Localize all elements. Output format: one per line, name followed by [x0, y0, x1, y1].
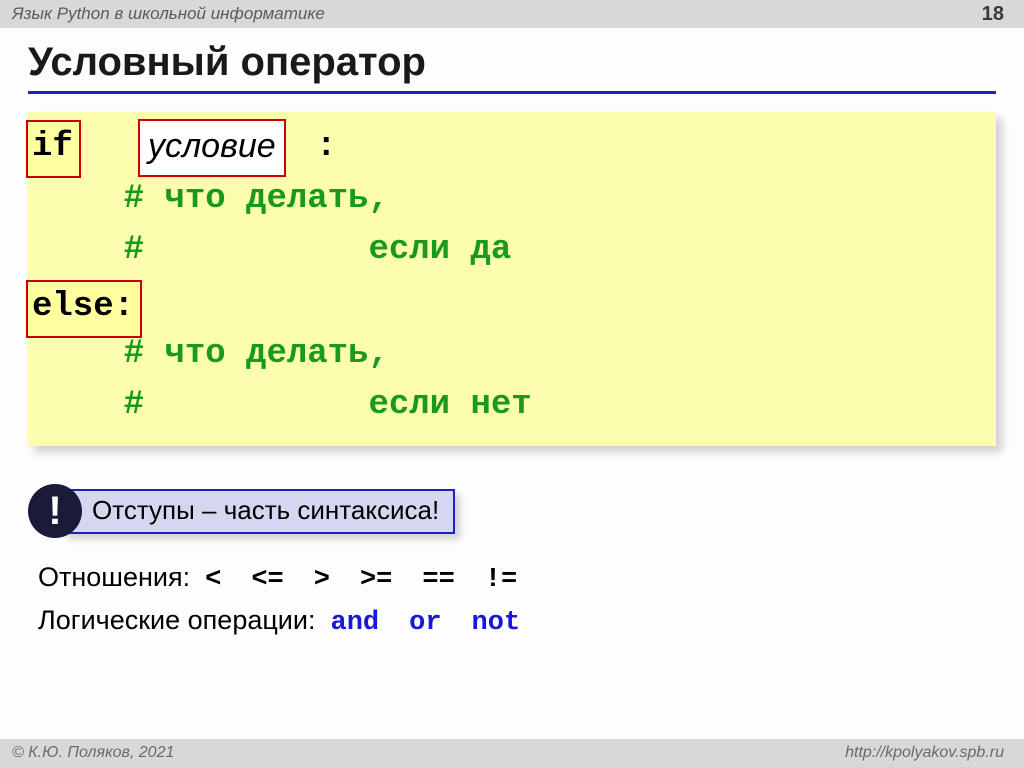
code-comment-2b: # если нет: [42, 380, 982, 432]
relations-row: Отношения: < <= > >= == !=: [28, 562, 996, 595]
rel-op: <: [205, 565, 221, 595]
code-comment-2a: # что делать,: [42, 329, 982, 381]
logic-row: Логические операции: and or not: [28, 605, 996, 638]
page-number: 18: [982, 3, 1004, 26]
rel-op: >: [314, 565, 330, 595]
else-keyword-box: else:: [26, 280, 142, 338]
logic-label: Логические операции:: [38, 605, 315, 635]
callout-text: Отступы – часть синтаксиса!: [62, 489, 455, 534]
rel-op: <=: [251, 565, 283, 595]
relations-label: Отношения:: [38, 562, 190, 592]
header-bar: Язык Python в школьной информатике 18: [0, 0, 1024, 28]
condition-box: условие: [138, 119, 286, 177]
if-keyword-box: if: [26, 120, 81, 178]
logic-op: or: [409, 608, 441, 638]
rel-op: !=: [485, 565, 517, 595]
rel-op: ==: [422, 565, 454, 595]
footer-url: http://kpolyakov.spb.ru: [845, 744, 1004, 762]
code-block: if условие : # что делать, # если да els…: [28, 112, 996, 446]
copyright: © К.Ю. Поляков, 2021: [12, 744, 174, 762]
rel-op: >=: [360, 565, 392, 595]
header-title: Язык Python в школьной информатике: [12, 4, 325, 24]
code-comment-1b: # если да: [42, 225, 982, 277]
slide-content: Условный оператор if условие : # что дел…: [0, 28, 1024, 638]
title-underline: [28, 91, 996, 94]
exclamation-icon: !: [28, 484, 82, 538]
code-comment-1a: # что делать,: [42, 174, 982, 226]
logic-op: and: [331, 608, 380, 638]
colon: :: [316, 122, 336, 174]
logic-op: not: [472, 608, 521, 638]
footer-bar: © К.Ю. Поляков, 2021 http://kpolyakov.sp…: [0, 739, 1024, 767]
callout-row: ! Отступы – часть синтаксиса!: [28, 484, 996, 538]
slide-title: Условный оператор: [28, 40, 996, 85]
